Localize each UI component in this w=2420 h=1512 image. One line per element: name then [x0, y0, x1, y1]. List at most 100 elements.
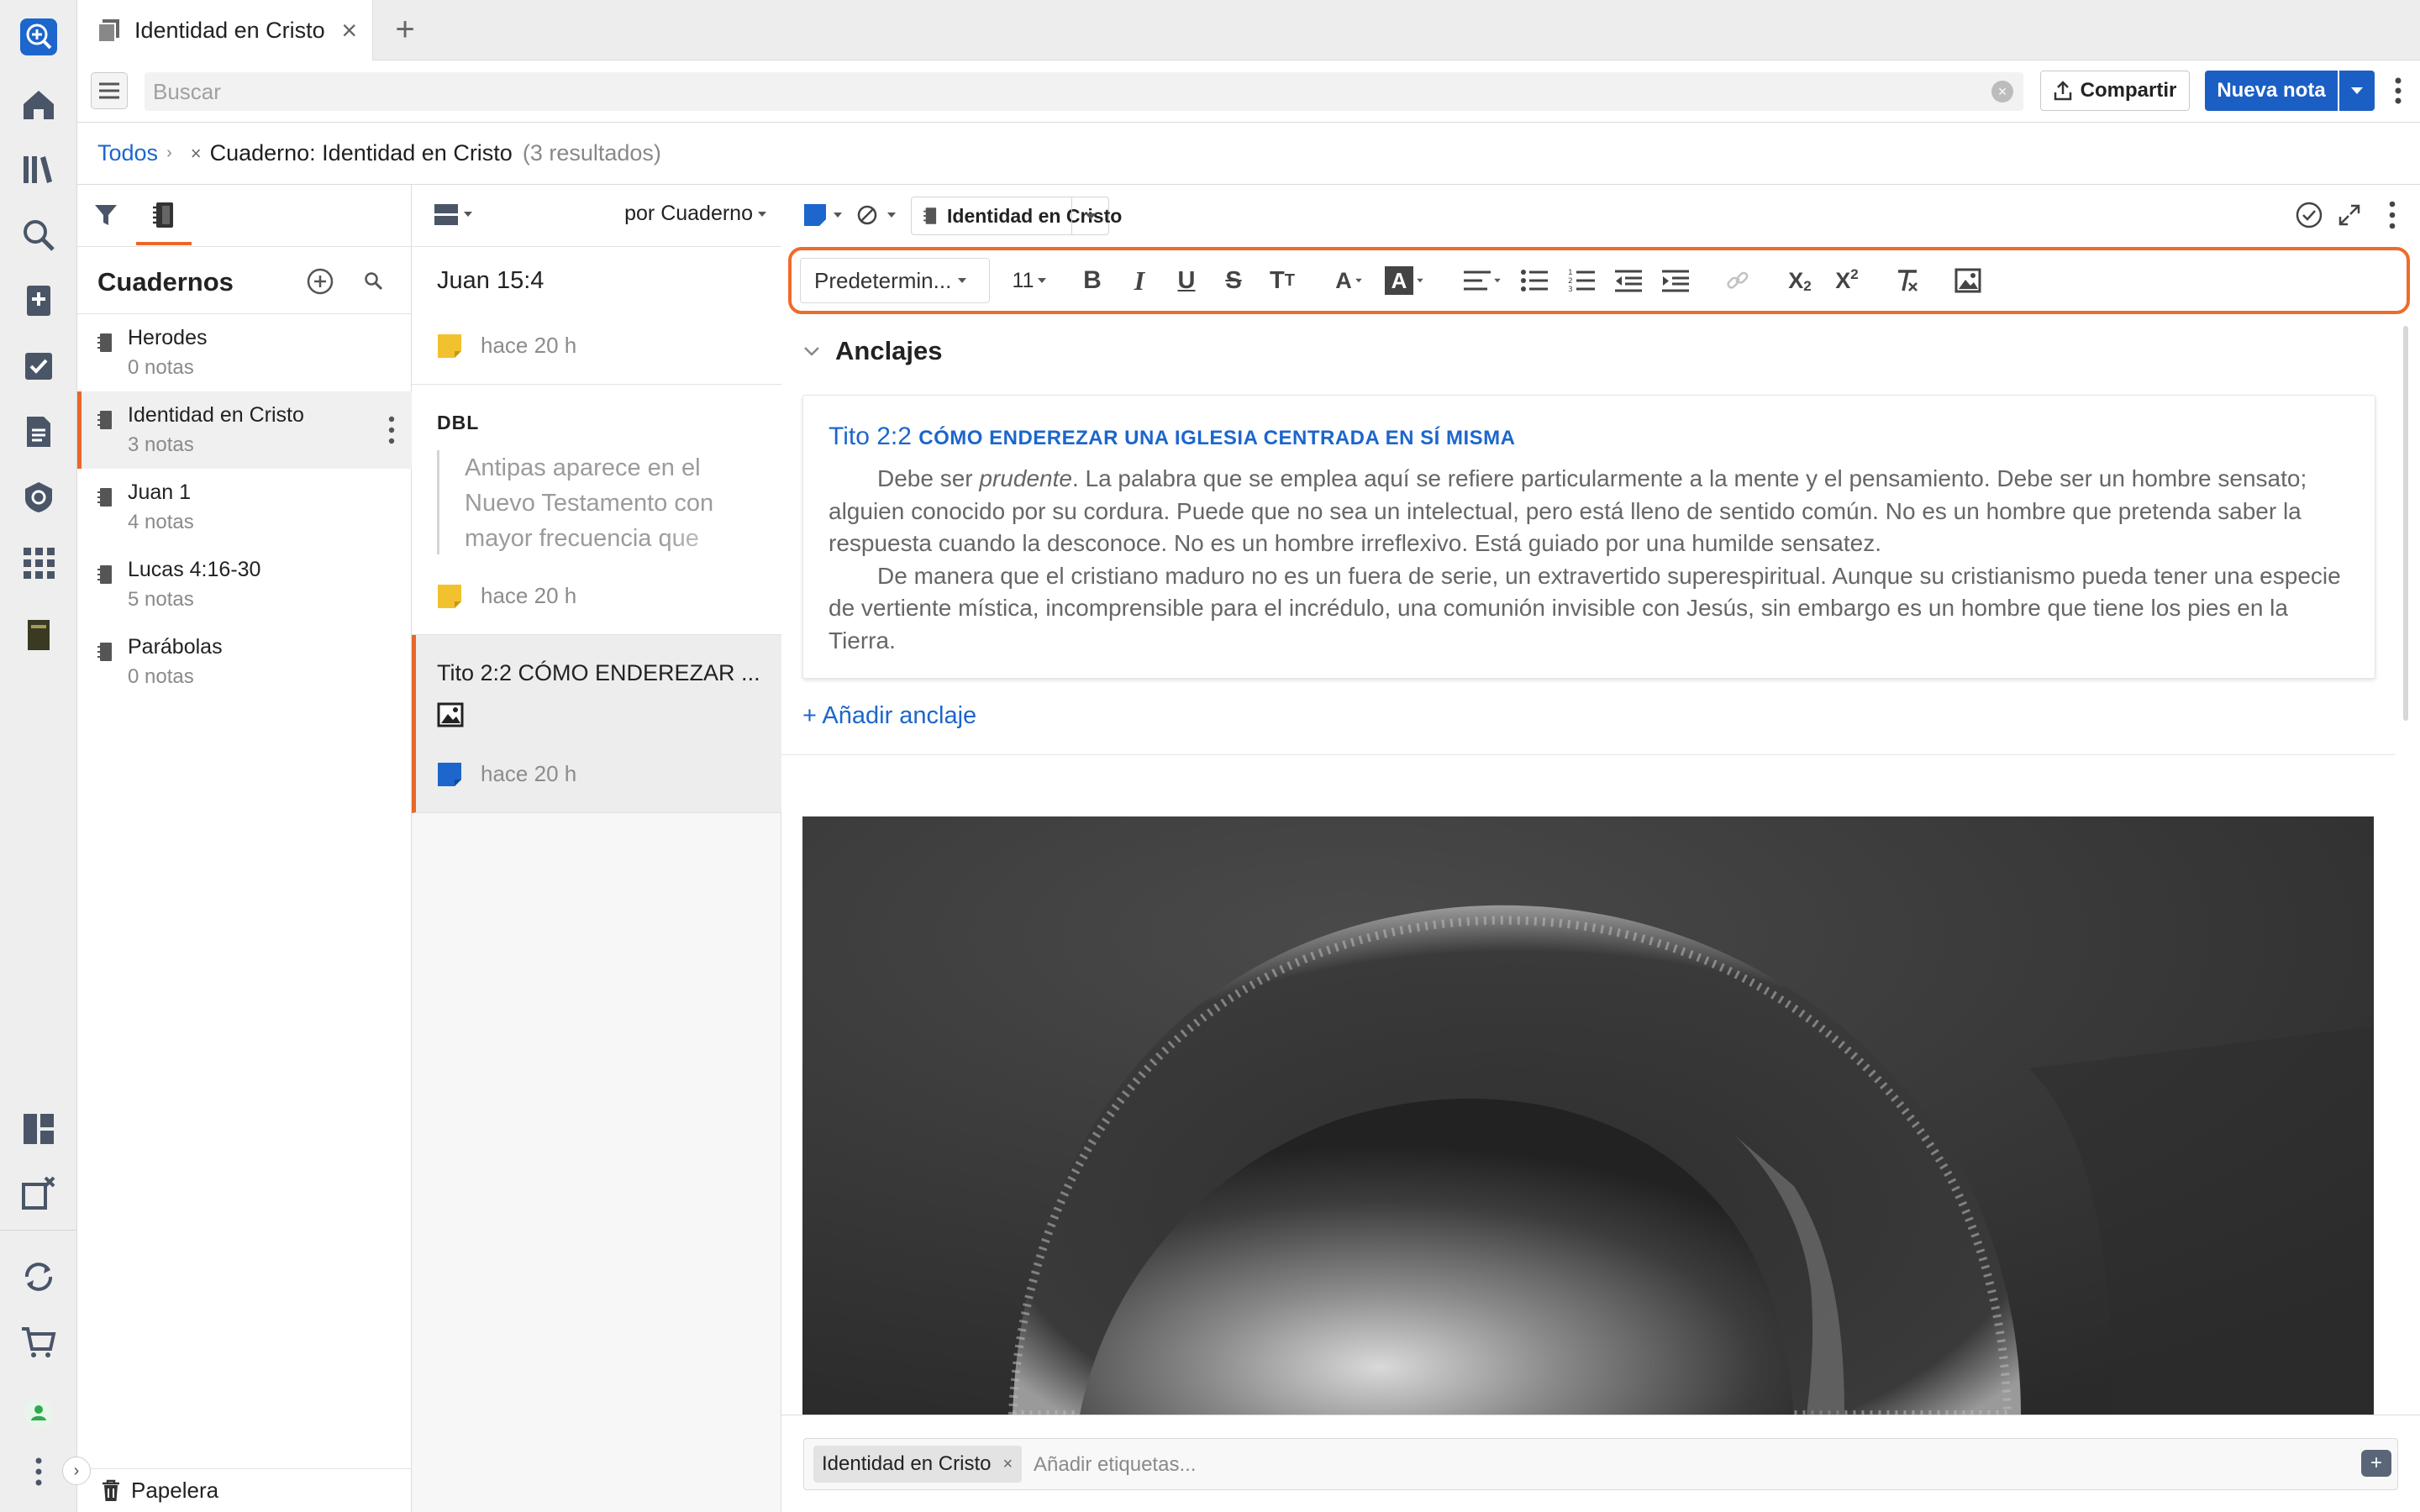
- layouts-icon[interactable]: [15, 1105, 62, 1152]
- anchors-section-header[interactable]: Anclajes: [803, 336, 943, 366]
- expand-icon[interactable]: [2338, 203, 2361, 227]
- note-marker-icon: [438, 762, 461, 786]
- share-button[interactable]: Compartir: [2040, 71, 2190, 111]
- notebooks-title: Cuadernos: [97, 267, 234, 297]
- add-document-icon[interactable]: [15, 277, 62, 324]
- notebook-count: 0 notas: [128, 356, 194, 379]
- add-notebook-icon[interactable]: [306, 267, 334, 296]
- insert-image-icon[interactable]: [1949, 264, 1986, 297]
- portrait-photo: [802, 816, 2374, 1415]
- notebook-name: Parábolas: [128, 635, 223, 659]
- note-style-button[interactable]: [803, 203, 842, 227]
- apps-grid-icon[interactable]: [15, 539, 62, 586]
- notebooks-tab[interactable]: [136, 188, 192, 245]
- remove-filter-icon[interactable]: ×: [191, 143, 202, 165]
- add-tab-button[interactable]: +: [387, 8, 424, 50]
- font-size-select[interactable]: 11: [1005, 264, 1054, 297]
- new-note-dropdown[interactable]: [2339, 71, 2375, 111]
- logos-app-icon[interactable]: [15, 13, 62, 60]
- add-anchor-link[interactable]: + Añadir anclaje: [802, 702, 976, 730]
- align-icon[interactable]: [1459, 264, 1506, 297]
- new-note-button[interactable]: Nueva nota: [2205, 71, 2338, 111]
- more-icon[interactable]: [15, 1448, 62, 1495]
- notebook-selector-caret[interactable]: [1071, 197, 1108, 234]
- font-color-icon[interactable]: A: [1328, 264, 1370, 297]
- editor-scrollbar[interactable]: [2403, 326, 2408, 721]
- bullet-list-icon[interactable]: [1516, 264, 1553, 297]
- search-notebooks-icon[interactable]: [363, 270, 385, 292]
- editor-more-icon[interactable]: [2388, 200, 2396, 230]
- notebook-selector[interactable]: Identidad en Cristo: [911, 197, 1122, 235]
- outdent-icon[interactable]: [1610, 264, 1647, 297]
- numbered-list-icon[interactable]: 123: [1563, 264, 1600, 297]
- result-title: Juan 15:4: [437, 267, 544, 294]
- add-tags-input[interactable]: [1034, 1448, 2328, 1482]
- user-avatar-icon[interactable]: [15, 1389, 62, 1436]
- font-style-value: Predetermin...: [814, 267, 952, 293]
- book-cover-icon[interactable]: [15, 612, 62, 659]
- notebook-item[interactable]: Lucas 4:16-30 5 notas: [77, 546, 412, 623]
- add-tag-icon[interactable]: +: [2361, 1450, 2391, 1477]
- search-input[interactable]: [145, 72, 1951, 111]
- tasks-icon[interactable]: [15, 343, 62, 390]
- notebook-icon: [97, 487, 113, 507]
- filter-icon[interactable]: [89, 197, 123, 234]
- notebook-item[interactable]: Herodes 0 notas: [77, 314, 412, 391]
- result-card[interactable]: DBL Antipas aparece en el Nuevo Testamen…: [412, 385, 781, 635]
- close-panels-icon[interactable]: [15, 1169, 62, 1216]
- remove-tag-icon[interactable]: ×: [1002, 1455, 1013, 1474]
- more-options-icon[interactable]: [2388, 71, 2408, 111]
- strikethrough-icon[interactable]: S: [1215, 264, 1252, 297]
- result-card-selected[interactable]: Tito 2:2 CÓMO ENDEREZAR ... hace 20 h: [412, 635, 781, 813]
- font-style-select[interactable]: Predetermin...: [800, 258, 990, 303]
- editor-divider: [781, 754, 2395, 755]
- view-mode-button[interactable]: [434, 202, 472, 227]
- note-image[interactable]: [802, 816, 2374, 1415]
- anchor-reference[interactable]: Tito 2:2 CÓMO ENDEREZAR UNA IGLESIA CENT…: [829, 423, 1515, 451]
- notebook-item[interactable]: Identidad en Cristo 3 notas: [77, 391, 412, 469]
- quote-text-part: Debe ser: [877, 465, 980, 491]
- expand-rail-icon[interactable]: ›: [62, 1457, 91, 1485]
- share-icon: [2054, 81, 2071, 101]
- search-icon[interactable]: [15, 212, 62, 259]
- subscript-icon[interactable]: X2: [1780, 264, 1820, 297]
- text-case-icon[interactable]: TT: [1260, 264, 1304, 297]
- link-icon[interactable]: [1719, 264, 1756, 297]
- breadcrumb-current: Cuaderno: Identidad en Cristo: [209, 140, 513, 165]
- font-size-value: 11: [1012, 268, 1034, 292]
- document-icon[interactable]: [15, 408, 62, 455]
- tab-notes[interactable]: Identidad en Cristo ×: [77, 0, 373, 60]
- close-tab-icon[interactable]: ×: [341, 15, 357, 46]
- check-circle-icon[interactable]: [2294, 200, 2324, 230]
- result-meta: hace 20 h: [437, 761, 576, 787]
- hamburger-menu-button[interactable]: [91, 72, 128, 109]
- anchor-quote-card[interactable]: Tito 2:2 CÓMO ENDEREZAR UNA IGLESIA CENT…: [802, 395, 2375, 679]
- library-icon[interactable]: [15, 146, 62, 193]
- notebook-more-icon[interactable]: [387, 415, 396, 445]
- result-card[interactable]: Juan 15:4 hace 20 h: [412, 247, 781, 385]
- atlas-icon[interactable]: [15, 474, 62, 521]
- indent-icon[interactable]: [1657, 264, 1694, 297]
- clear-formatting-icon[interactable]: [1889, 264, 1926, 297]
- highlight-color-icon[interactable]: A: [1380, 264, 1428, 297]
- notebook-item[interactable]: Parábolas 0 notas: [77, 623, 412, 701]
- superscript-icon[interactable]: X2: [1827, 264, 1867, 297]
- clear-style-button[interactable]: [855, 203, 896, 227]
- notebook-count: 0 notas: [128, 665, 194, 688]
- trash-item[interactable]: Papelera: [77, 1468, 412, 1512]
- breadcrumb-home-link[interactable]: Todos: [97, 140, 158, 166]
- tag-chip[interactable]: Identidad en Cristo ×: [813, 1446, 1022, 1483]
- svg-text:2: 2: [1568, 277, 1573, 286]
- sort-dropdown[interactable]: por Cuaderno: [624, 202, 766, 226]
- bold-icon[interactable]: B: [1074, 264, 1111, 297]
- underline-icon[interactable]: U: [1168, 264, 1205, 297]
- notebook-item[interactable]: Juan 1 4 notas: [77, 469, 412, 546]
- home-icon[interactable]: [15, 81, 62, 128]
- caret-down-icon: [958, 278, 967, 283]
- sync-icon[interactable]: [15, 1253, 62, 1300]
- cart-icon[interactable]: [15, 1319, 62, 1366]
- results-header: por Cuaderno: [412, 185, 781, 247]
- rail-divider: [0, 1230, 77, 1231]
- clear-search-icon[interactable]: ×: [1991, 81, 2013, 102]
- italic-icon[interactable]: I: [1121, 264, 1158, 297]
